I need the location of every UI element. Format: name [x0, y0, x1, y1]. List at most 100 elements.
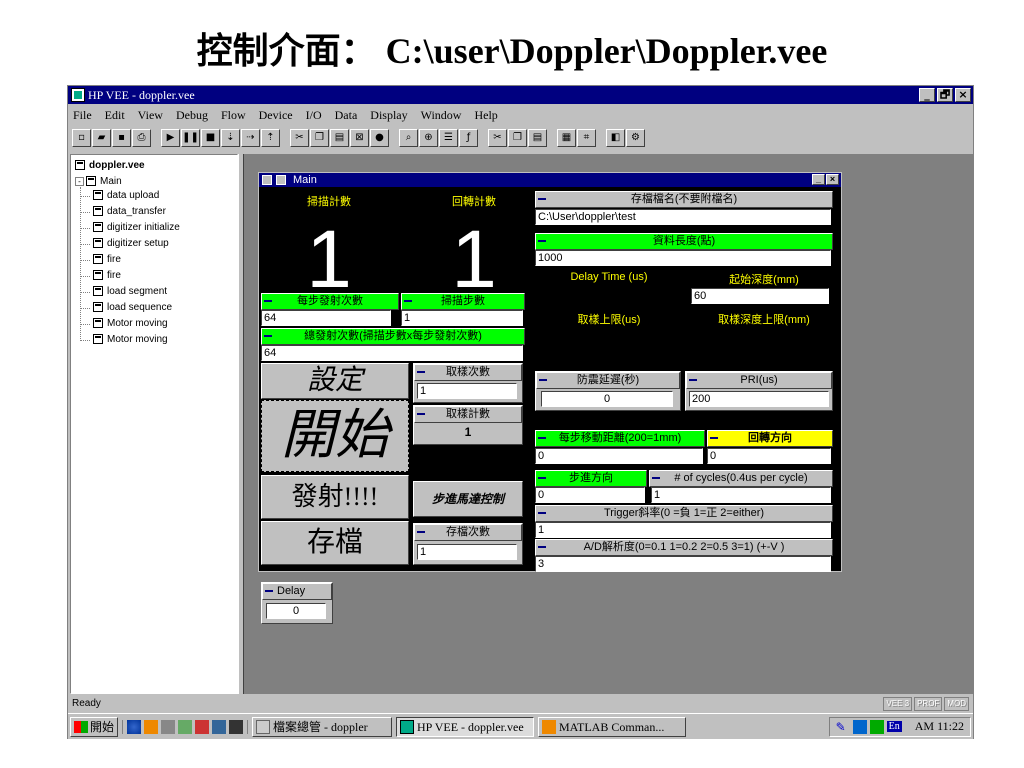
step-out-icon[interactable]: ⇡	[261, 129, 280, 147]
properties-icon[interactable]: ☰	[439, 129, 458, 147]
paste2-icon[interactable]: ▤	[528, 129, 547, 147]
bitmap-icon[interactable]: ▦	[557, 129, 576, 147]
ad-resolution-input[interactable]: 3	[535, 556, 831, 572]
tree-item[interactable]: digitizer setup	[93, 237, 169, 251]
matlab-icon[interactable]	[144, 719, 159, 734]
tree-item[interactable]: data upload	[93, 189, 159, 203]
copy2-icon[interactable]: ❐	[508, 129, 527, 147]
tree-root[interactable]: doppler.vee	[75, 159, 145, 173]
cut-icon[interactable]: ✂	[290, 129, 309, 147]
find-icon[interactable]: ⌕	[399, 129, 418, 147]
pri-input[interactable]: 200	[689, 391, 829, 407]
menu-flow[interactable]: Flow	[221, 105, 246, 125]
userobject-icon	[93, 302, 103, 313]
step-over-icon[interactable]: ⇢	[241, 129, 260, 147]
menu-help[interactable]: Help	[474, 105, 497, 125]
menu-data[interactable]: Data	[335, 105, 358, 125]
anti-shock-input[interactable]: 0	[541, 391, 673, 407]
grid-icon[interactable]: ⌗	[577, 129, 596, 147]
menu-display[interactable]: Display	[370, 105, 407, 125]
tray-hp-icon[interactable]	[852, 719, 867, 734]
settings-icon[interactable]: ⚙	[626, 129, 645, 147]
cut2-icon[interactable]: ✂	[488, 129, 507, 147]
minimize-button[interactable]: _	[919, 88, 935, 102]
tray-u-icon[interactable]	[869, 719, 884, 734]
panel-menu-icon[interactable]	[262, 175, 272, 185]
network-icon[interactable]	[212, 719, 227, 734]
setup-button[interactable]: 設定	[261, 363, 409, 399]
menu-edit[interactable]: Edit	[105, 105, 125, 125]
cycles-input[interactable]: 1	[651, 487, 831, 503]
pause-icon[interactable]: ❚❚	[181, 129, 200, 147]
step-direction-input[interactable]: 0	[535, 487, 645, 503]
function-icon[interactable]: ƒ	[459, 129, 478, 147]
delay-input[interactable]: 0	[266, 603, 326, 619]
save-file-button[interactable]: 存檔	[261, 521, 409, 565]
stop-icon[interactable]: ■	[201, 129, 220, 147]
print-icon[interactable]: ⎙	[132, 129, 151, 147]
menu-device[interactable]: Device	[259, 105, 293, 125]
data-length-input[interactable]: 1000	[535, 250, 831, 266]
pri-header: PRI(us)	[686, 372, 832, 389]
new-icon[interactable]: ▫	[72, 129, 91, 147]
main-panel-titlebar[interactable]: Main _ ×	[259, 173, 841, 187]
fires-per-step-input[interactable]: 64	[261, 310, 391, 326]
tray-language-indicator[interactable]: En	[886, 721, 902, 732]
run-icon[interactable]: ▶	[161, 129, 180, 147]
tray-tool-icon[interactable]: ✎	[836, 720, 850, 734]
menu-io[interactable]: I/O	[306, 105, 322, 125]
tree-item[interactable]: load sequence	[93, 301, 172, 315]
task-matlab[interactable]: MATLAB Comman...	[538, 716, 687, 737]
menu-view[interactable]: View	[138, 105, 163, 125]
tree-item[interactable]: data_transfer	[93, 205, 166, 219]
app-icon[interactable]	[195, 719, 210, 734]
panel-view-icon[interactable]	[276, 175, 286, 185]
explorer-icon[interactable]	[161, 719, 176, 734]
delete-icon[interactable]: ⊠	[350, 129, 369, 147]
tree-item[interactable]: Motor moving	[93, 333, 168, 347]
menu-window[interactable]: Window	[421, 105, 462, 125]
save-times-input[interactable]: 1	[417, 544, 517, 560]
copy-icon[interactable]: ❐	[310, 129, 329, 147]
panel-minimize-button[interactable]: _	[812, 174, 825, 185]
scan-steps-input[interactable]: 1	[401, 310, 523, 326]
zoom-icon[interactable]: ⊕	[419, 129, 438, 147]
save-icon[interactable]: ▪	[112, 129, 131, 147]
paste-icon[interactable]: ▤	[330, 129, 349, 147]
window-titlebar[interactable]: HP VEE - doppler.vee _ 🗗 ×	[68, 86, 973, 104]
trigger-input[interactable]: 1	[535, 522, 831, 538]
tree-main[interactable]: - Main	[75, 175, 122, 189]
task-hp-vee[interactable]: HP VEE - doppler.vee	[396, 716, 535, 737]
collapse-icon[interactable]: -	[75, 177, 84, 186]
tree-item[interactable]: load segment	[93, 285, 167, 299]
close-button[interactable]: ×	[955, 88, 971, 102]
tree-item[interactable]: digitizer initialize	[93, 221, 180, 235]
stepper-control-button[interactable]: 步進馬達控制	[413, 481, 523, 517]
sample-times-input[interactable]: 1	[417, 383, 517, 399]
start-depth-input[interactable]: 60	[691, 288, 829, 304]
tool-icon[interactable]	[178, 719, 193, 734]
misc-icon[interactable]	[229, 719, 244, 734]
start-button[interactable]: 開始	[70, 716, 119, 737]
task-explorer[interactable]: 檔案總管 - doppler	[252, 716, 393, 737]
menu-file[interactable]: File	[73, 105, 92, 125]
tree-item[interactable]: fire	[93, 253, 121, 267]
tree-item[interactable]: Motor moving	[93, 317, 168, 331]
step-into-icon[interactable]: ⇣	[221, 129, 240, 147]
circle-icon[interactable]: ●	[370, 129, 389, 147]
menu-debug[interactable]: Debug	[176, 105, 208, 125]
default-icon[interactable]: ◧	[606, 129, 625, 147]
start-button[interactable]: 開始	[261, 400, 409, 472]
restore-button[interactable]: 🗗	[937, 88, 953, 102]
vee-file-icon	[75, 160, 85, 171]
anti-shock-header: 防震延遲(秒)	[536, 372, 680, 389]
save-filename-input[interactable]: C:\User\doppler\test	[535, 209, 831, 225]
fire-button[interactable]: 發射!!!!	[261, 475, 409, 519]
step-distance-input[interactable]: 0	[535, 448, 703, 464]
ie-icon[interactable]	[127, 719, 142, 734]
open-icon[interactable]: ▰	[92, 129, 111, 147]
panel-close-button[interactable]: ×	[826, 174, 839, 185]
sample-depth-upper-label: 取樣深度上限(mm)	[718, 314, 810, 326]
tree-item[interactable]: fire	[93, 269, 121, 283]
return-direction-input[interactable]: 0	[707, 448, 831, 464]
